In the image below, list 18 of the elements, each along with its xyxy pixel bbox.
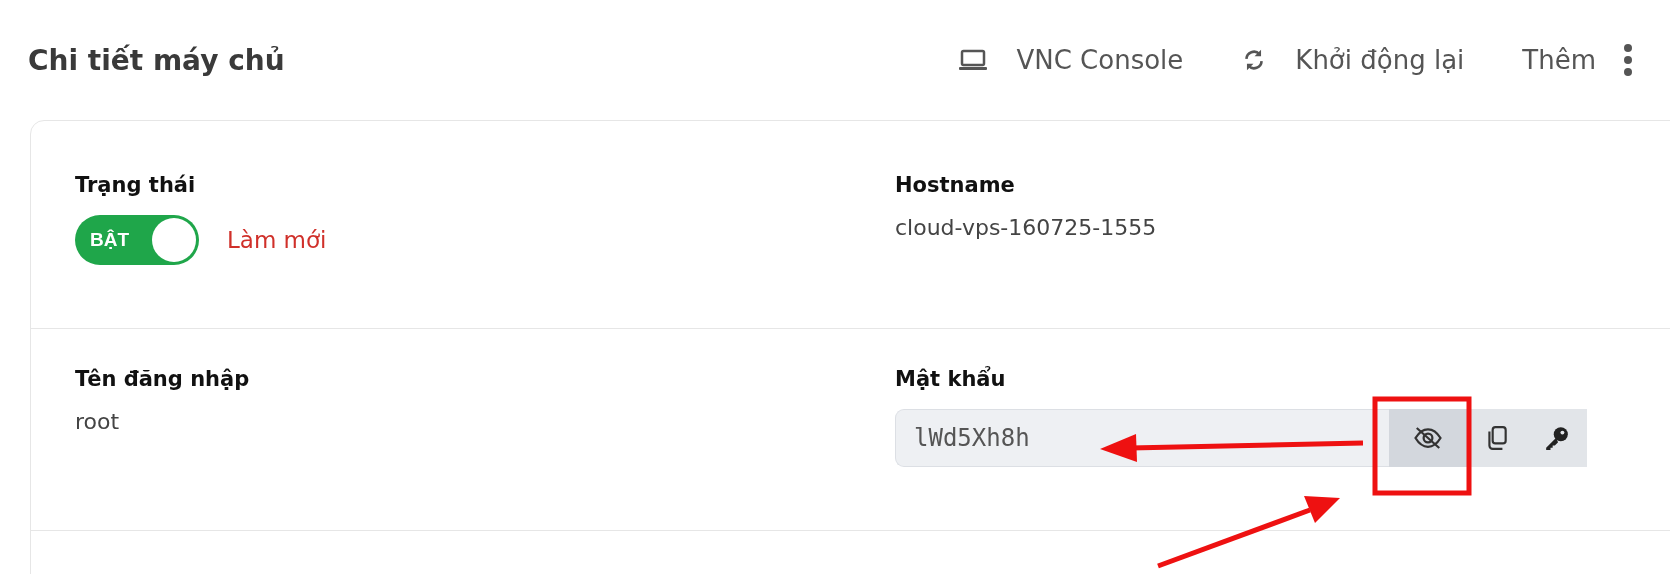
field-label: Tên đăng nhập	[75, 367, 251, 391]
kebab-icon	[1624, 44, 1632, 76]
key-icon	[1544, 425, 1570, 451]
refresh-link[interactable]: Làm mới	[227, 227, 327, 253]
eye-slash-icon	[1413, 425, 1443, 451]
field-label: Mật khẩu	[895, 367, 1007, 391]
field-label: Trạng thái	[75, 173, 197, 197]
hide-password-button[interactable]	[1389, 409, 1467, 467]
restart-button[interactable]: Khởi động lại	[1241, 45, 1465, 75]
page-title: Chi tiết máy chủ	[28, 43, 285, 77]
password-field[interactable]: lWd5Xh8h	[895, 409, 1389, 467]
copy-icon	[1486, 425, 1508, 451]
console-button[interactable]: VNC Console	[958, 45, 1184, 75]
field-value: root	[75, 409, 120, 434]
more-menu-button[interactable]: Thêm	[1522, 44, 1632, 76]
laptop-icon	[958, 48, 989, 72]
field-value: cloud-vps-160725-1555	[895, 215, 1157, 240]
field-label: Hostname	[895, 173, 1016, 197]
